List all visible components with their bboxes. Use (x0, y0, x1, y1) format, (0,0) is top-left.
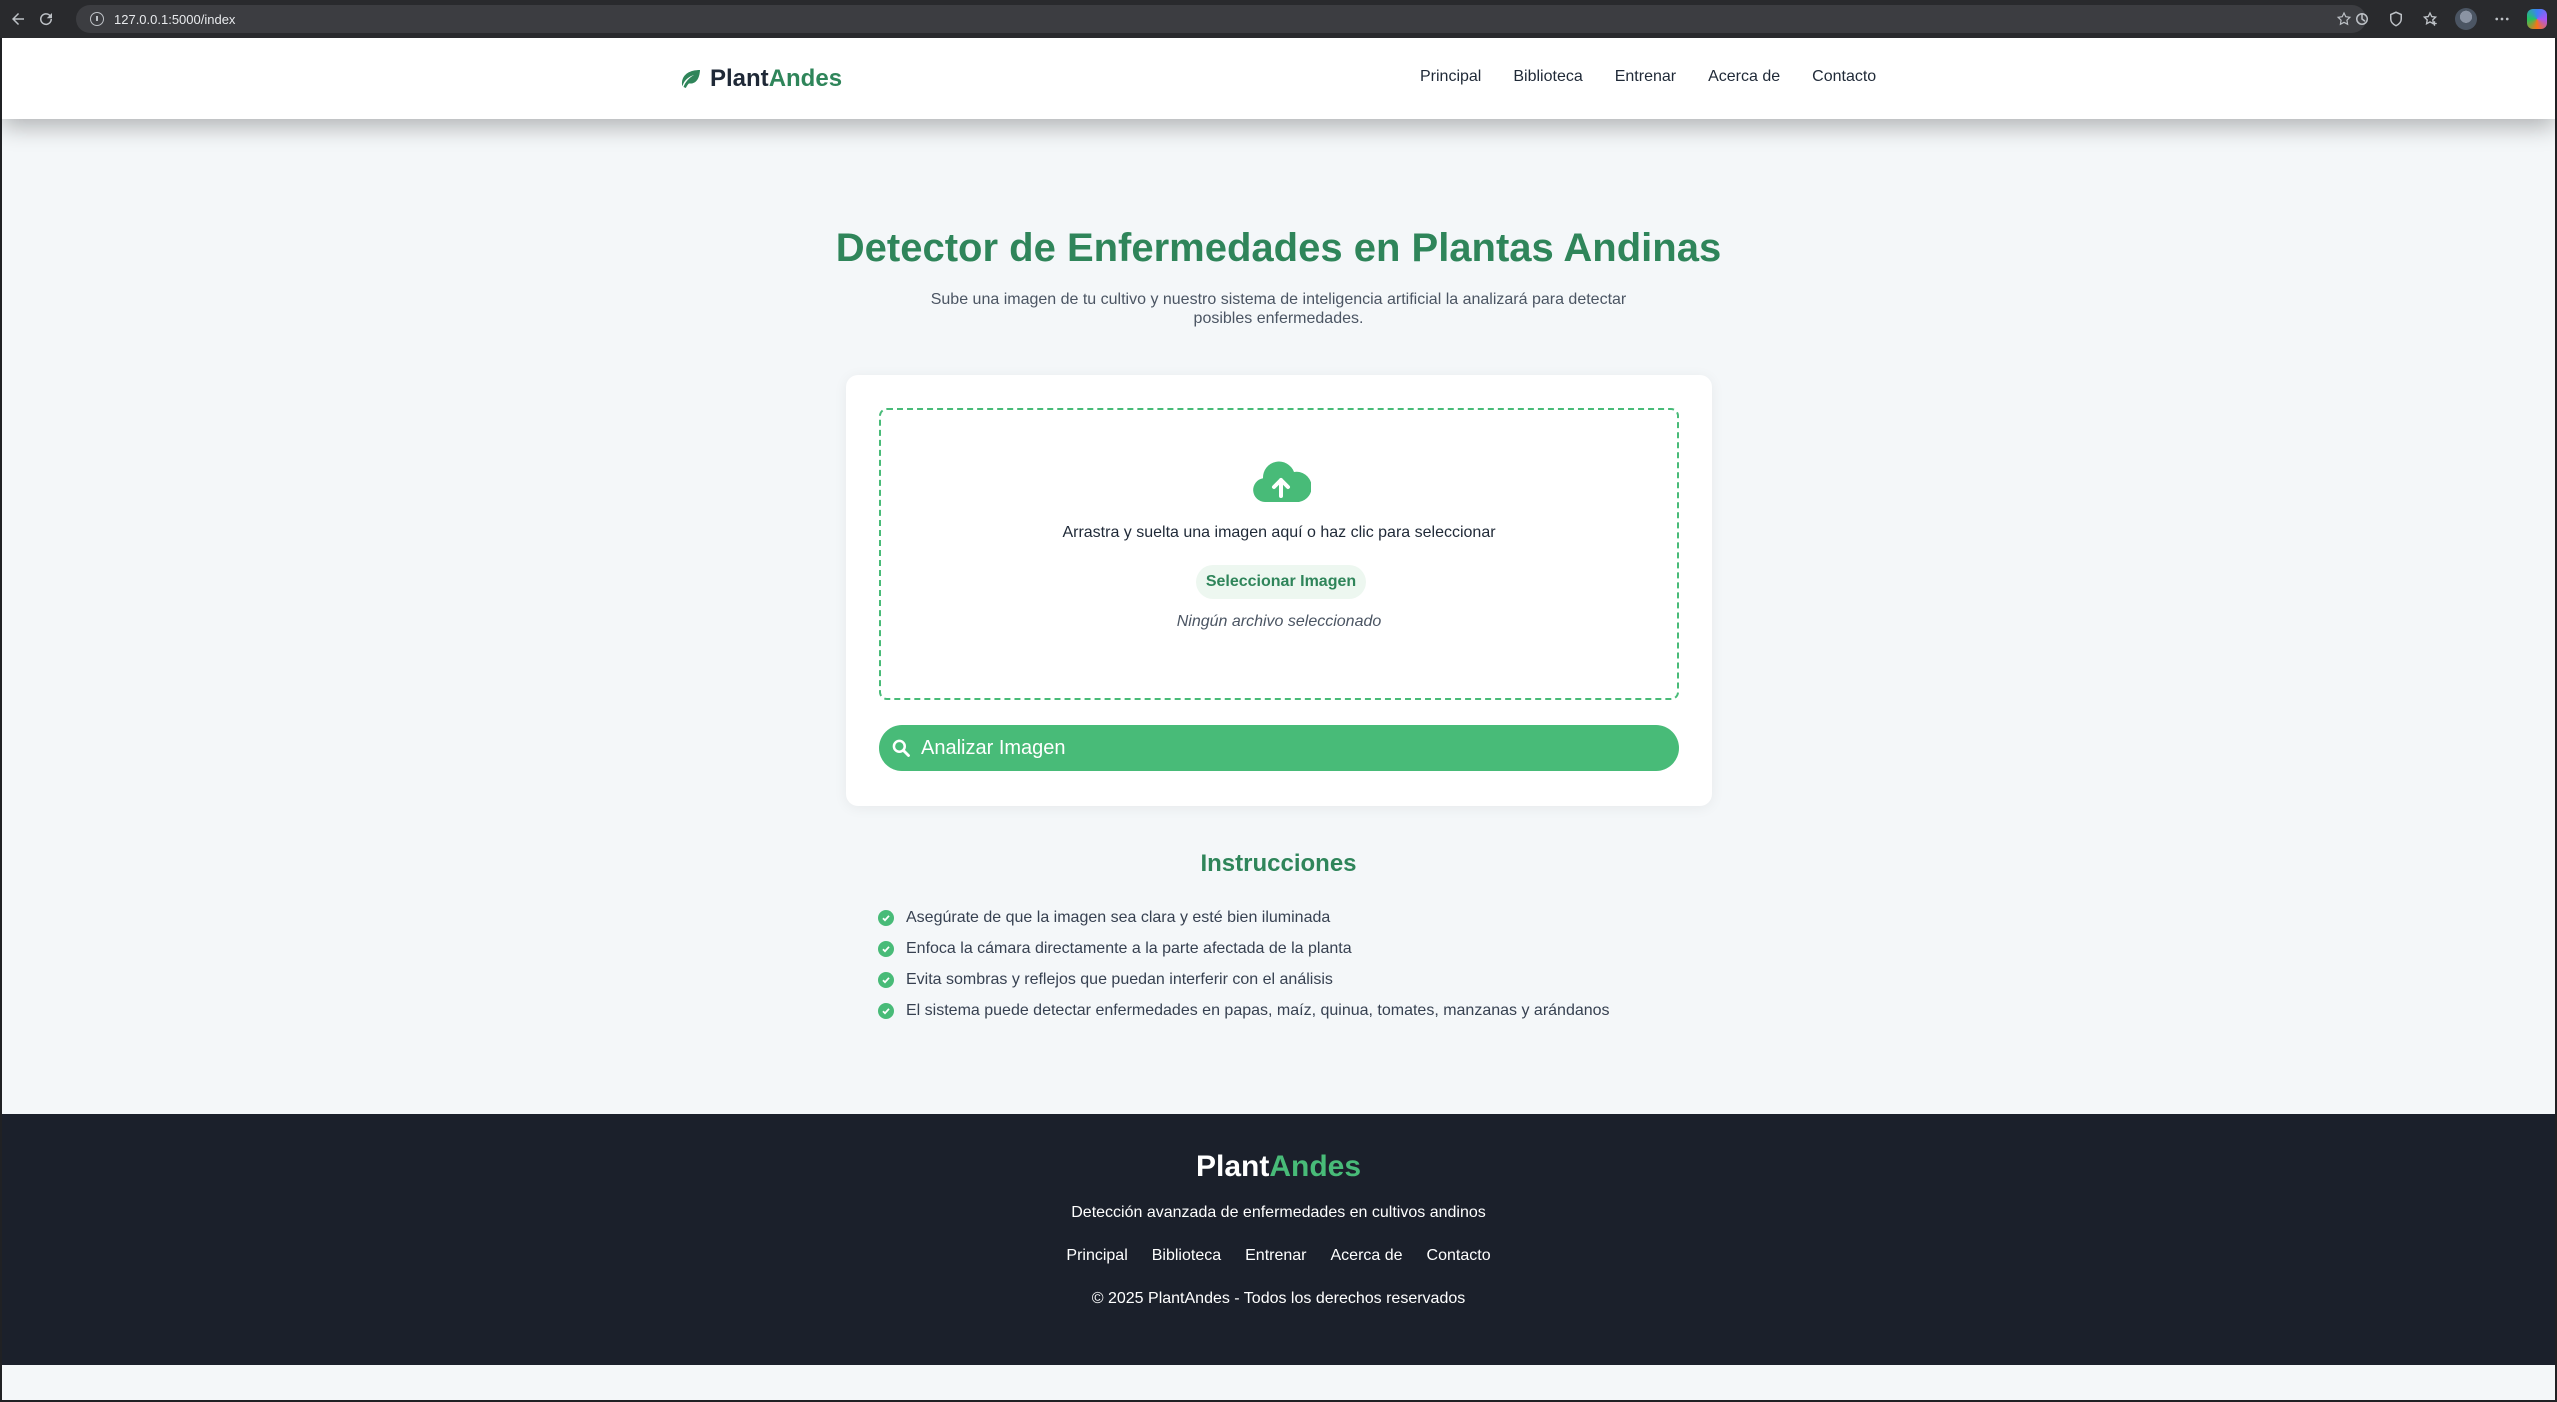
search-icon (892, 739, 910, 757)
page-subtitle: Sube una imagen de tu cultivo y nuestro … (930, 291, 1627, 327)
select-image-button[interactable]: Seleccionar Imagen (1196, 565, 1366, 599)
site-info-icon[interactable] (90, 12, 104, 26)
check-circle-icon (878, 971, 894, 988)
analyze-button-label: Analizar Imagen (921, 736, 1066, 759)
more-options-icon[interactable] (2493, 10, 2511, 28)
browser-toolbar: 127.0.0.1:5000/index (0, 0, 2557, 38)
nav-link-acerca-de[interactable]: Acerca de (1708, 68, 1780, 86)
instruction-text: Enfoca la cámara directamente a la parte… (906, 939, 1352, 957)
browser-essentials-icon[interactable] (2387, 10, 2405, 28)
url-text: 127.0.0.1:5000/index (114, 11, 236, 27)
reload-icon[interactable] (36, 9, 56, 29)
site-header: PlantAndes Principal Biblioteca Entrenar… (2, 38, 2555, 119)
instruction-text: Asegúrate de que la imagen sea clara y e… (906, 908, 1331, 926)
analyze-image-button[interactable]: Analizar Imagen (879, 725, 1679, 771)
favorite-star-icon[interactable] (2336, 11, 2352, 27)
main-nav: Principal Biblioteca Entrenar Acerca de … (1420, 68, 1876, 86)
leaf-icon (681, 70, 700, 88)
nav-link-biblioteca[interactable]: Biblioteca (1513, 68, 1582, 86)
instructions-list: Asegúrate de que la imagen sea clara y e… (878, 902, 1610, 1026)
nav-link-entrenar[interactable]: Entrenar (1615, 68, 1676, 86)
footer-link-entrenar[interactable]: Entrenar (1245, 1247, 1306, 1265)
footer-link-acerca-de[interactable]: Acerca de (1331, 1247, 1403, 1265)
page-viewport: PlantAndes Principal Biblioteca Entrenar… (2, 38, 2555, 1400)
nav-link-contacto[interactable]: Contacto (1812, 68, 1876, 86)
upload-card: Arrastra y suelta una imagen aquí o haz … (846, 375, 1712, 806)
instruction-item: Asegúrate de que la imagen sea clara y e… (878, 902, 1610, 933)
address-bar[interactable]: 127.0.0.1:5000/index (76, 5, 2366, 33)
instruction-item: El sistema puede detectar enfermedades e… (878, 995, 1610, 1026)
check-circle-icon (878, 909, 894, 926)
brand-name: PlantAndes (710, 65, 843, 92)
footer-link-principal[interactable]: Principal (1066, 1247, 1127, 1265)
instruction-text: Evita sombras y reflejos que puedan inte… (906, 970, 1333, 988)
footer-copyright: © 2025 PlantAndes - Todos los derechos r… (1091, 1290, 1466, 1307)
page-title: Detector de Enfermedades en Plantas Andi… (835, 226, 1722, 270)
extensions-icon[interactable] (2353, 10, 2371, 28)
footer-link-biblioteca[interactable]: Biblioteca (1152, 1247, 1221, 1265)
site-footer: PlantAndes Detección avanzada de enferme… (2, 1114, 2555, 1365)
footer-tagline: Detección avanzada de enfermedades en cu… (1071, 1204, 1486, 1221)
favorites-icon[interactable] (2421, 10, 2439, 28)
check-circle-icon (878, 940, 894, 957)
dropzone-instructions: Arrastra y suelta una imagen aquí o haz … (1062, 524, 1496, 541)
footer-brand: PlantAndes (1195, 1150, 1362, 1183)
cloud-upload-icon (1253, 461, 1311, 502)
instruction-item: Enfoca la cámara directamente a la parte… (878, 933, 1610, 964)
check-circle-icon (878, 1002, 894, 1019)
copilot-icon[interactable] (2527, 9, 2547, 29)
brand-logo[interactable]: PlantAndes (678, 65, 842, 93)
instruction-item: Evita sombras y reflejos que puedan inte… (878, 964, 1610, 995)
back-icon[interactable] (8, 9, 28, 29)
file-status-text: Ningún archivo seleccionado (1176, 613, 1382, 630)
footer-link-contacto[interactable]: Contacto (1427, 1247, 1491, 1265)
instructions-title: Instrucciones (1200, 850, 1357, 877)
footer-nav: Principal Biblioteca Entrenar Acerca de … (2, 1247, 2555, 1265)
nav-link-principal[interactable]: Principal (1420, 68, 1481, 86)
instruction-text: El sistema puede detectar enfermedades e… (906, 1001, 1610, 1019)
profile-avatar[interactable] (2455, 8, 2477, 30)
image-dropzone[interactable]: Arrastra y suelta una imagen aquí o haz … (879, 408, 1679, 700)
